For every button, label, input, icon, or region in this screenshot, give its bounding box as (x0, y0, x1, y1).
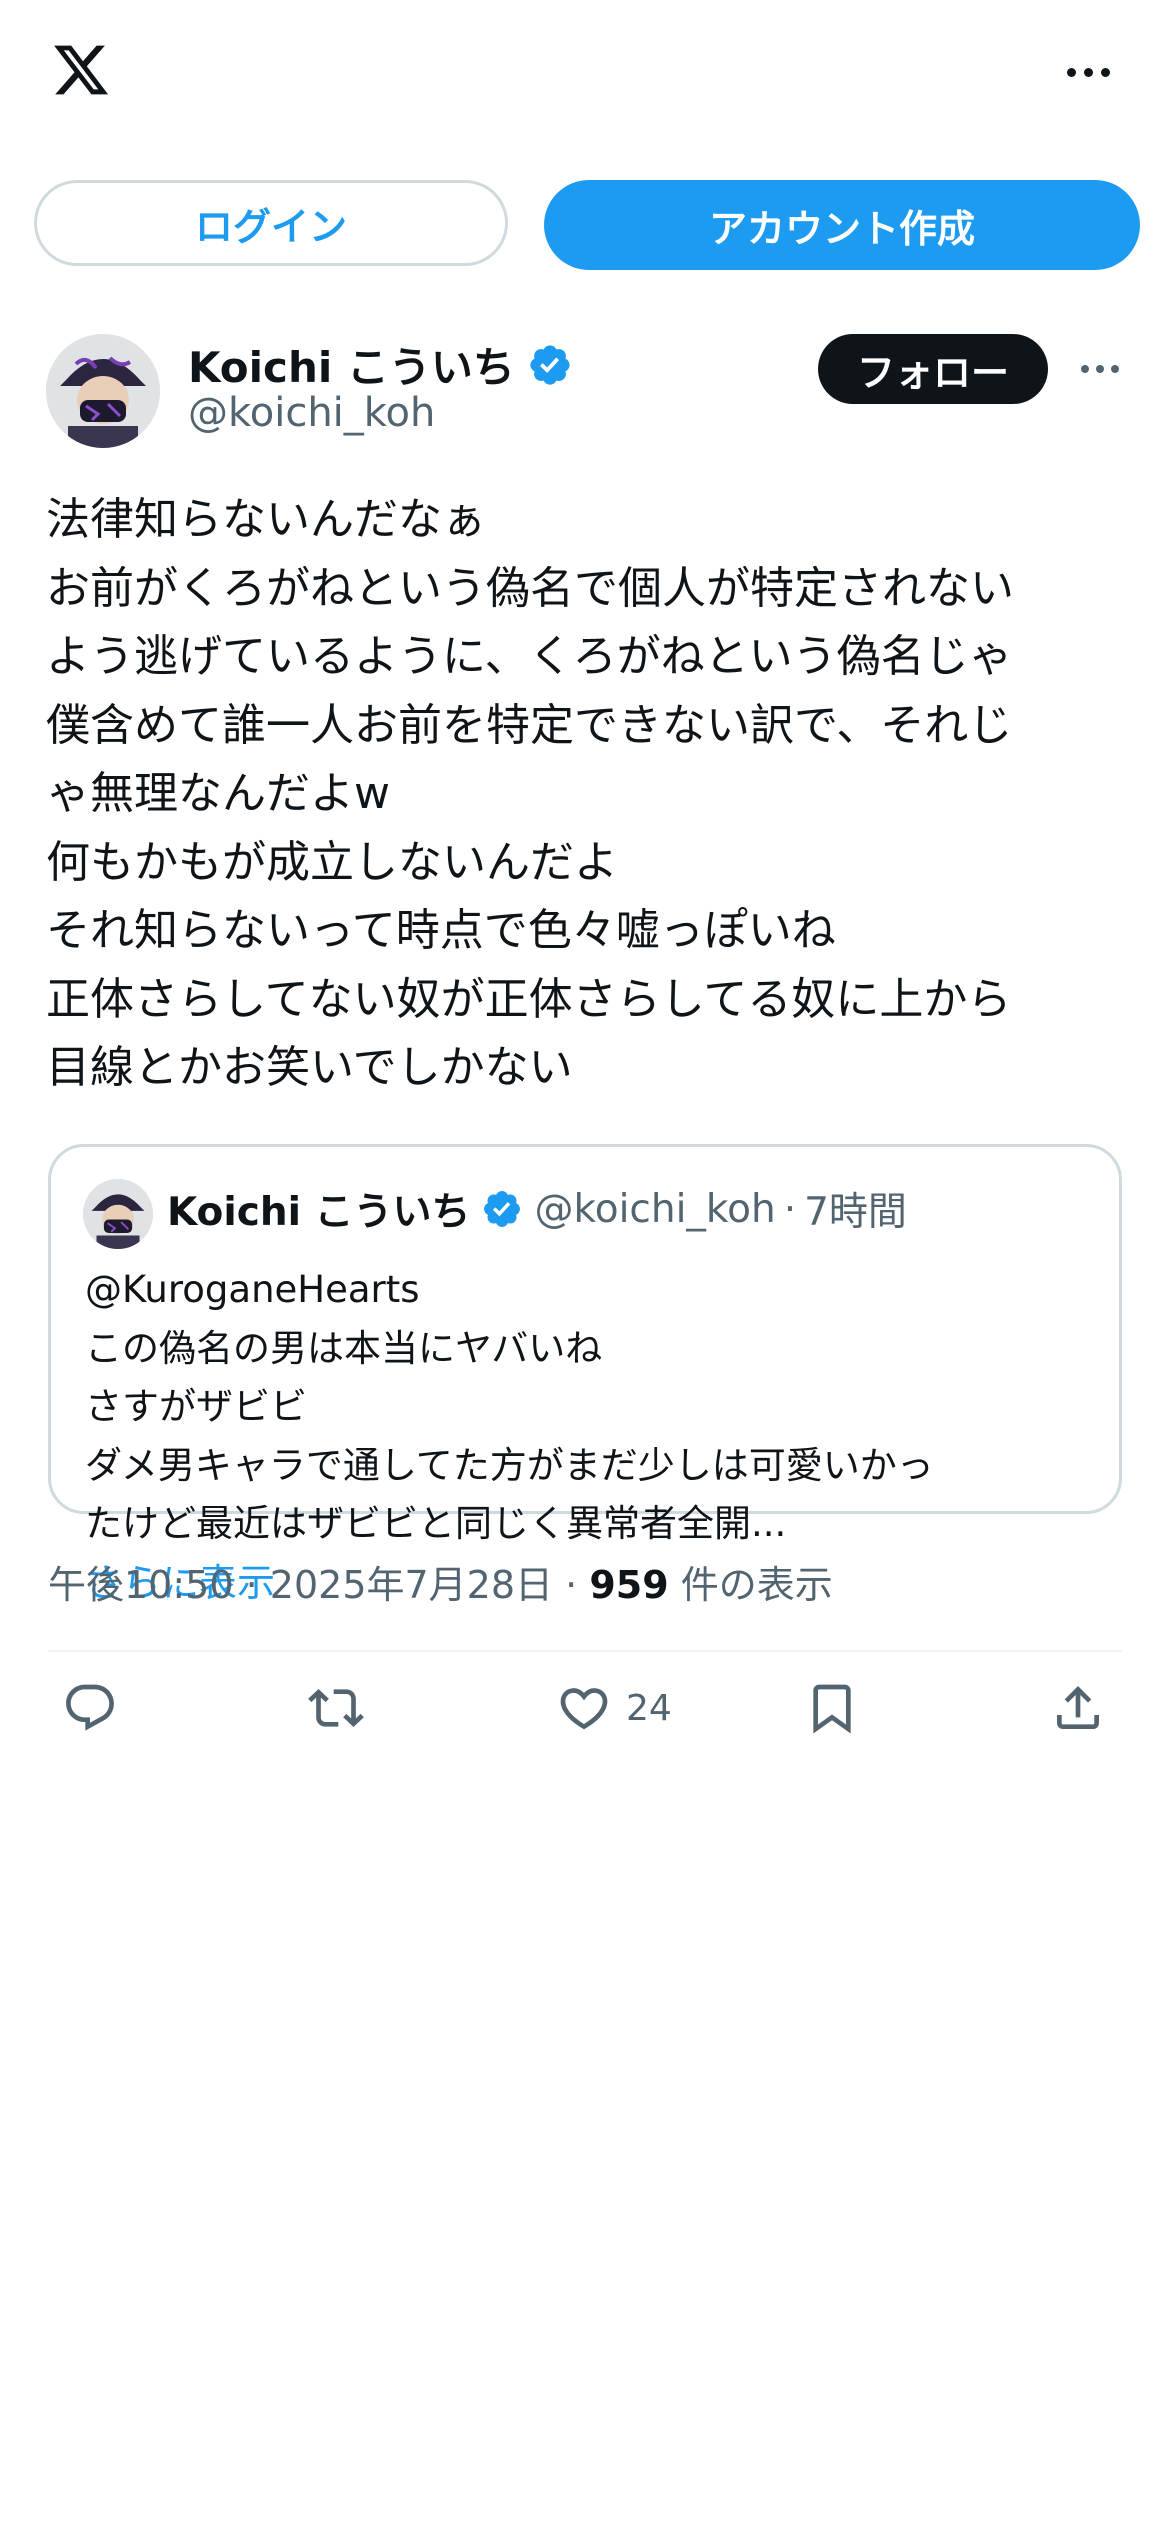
login-button[interactable]: ログイン (34, 180, 508, 266)
quoted-text-line: さすがザビビ (85, 1385, 307, 1428)
retweet-button[interactable] (308, 1674, 364, 1742)
dot (1066, 67, 1076, 77)
verified-badge-icon (530, 344, 570, 385)
quoted-avatar-image (83, 1179, 153, 1249)
tweet-text-line: 僕含めて誰一人お前を特定できない訳で、それじ (46, 699, 1013, 751)
tweet-text-line: ゃ無理なんだよw (46, 768, 390, 819)
quoted-avatar (83, 1179, 153, 1249)
auth-buttons: ログイン アカウント作成 (34, 180, 1140, 270)
tweet-time[interactable]: 午後10:50 (48, 1563, 234, 1607)
avatar-image (46, 334, 160, 448)
divider (48, 1650, 1122, 1652)
separator: · (245, 1563, 258, 1607)
tweet-text-line: 正体さらしてない奴が正体さらしてる奴に上から (46, 973, 1012, 1025)
views-count: 959 (589, 1563, 669, 1607)
separator: · (783, 1186, 797, 1232)
tweet-text: 法律知らないんだなぁ お前がくろがねという偽名で個人が特定されない よう逃げてい… (46, 486, 1136, 1103)
like-button[interactable]: 24 (556, 1674, 672, 1742)
author-name-text: Koichi こういち (188, 343, 515, 392)
dot (1083, 67, 1093, 77)
more-options-icon[interactable] (1058, 54, 1118, 90)
quoted-author-name: Koichi こういち (167, 1190, 471, 1235)
tweet-text-line: 法律知らないんだなぁ (46, 494, 486, 545)
dot (1111, 365, 1119, 373)
follow-button[interactable]: フォロー (818, 334, 1048, 404)
tweet-meta: 午後10:50 · 2025年7月28日 · 959 件の表示 (48, 1554, 833, 1609)
heart-icon (560, 1688, 608, 1730)
bookmark-icon (813, 1684, 851, 1734)
avatar[interactable] (46, 334, 160, 448)
views-label: 件の表示 (680, 1563, 833, 1607)
retweet-icon (308, 1689, 364, 1727)
author-name[interactable]: Koichi こういち (188, 334, 573, 395)
tweet-text-line: よう逃げているように、くろがねという偽名じゃ (46, 631, 1013, 682)
quoted-header: Koichi こういち @koichi_koh · 7時間 (167, 1181, 907, 1237)
top-bar (0, 0, 1170, 150)
dot (1081, 365, 1089, 373)
quoted-tweet[interactable]: Koichi こういち @koichi_koh · 7時間 @KuroganeH… (48, 1144, 1122, 1605)
tweet-actions: 24 (0, 1660, 1170, 1756)
quoted-author-handle: @koichi_koh (534, 1186, 776, 1232)
tweet-text-line: それ知らないって時点で色々嘘っぽいね (46, 905, 836, 956)
bookmark-button[interactable] (804, 1674, 860, 1742)
tweet-text-line: 目線とかお笑いでしかない (46, 1042, 573, 1093)
verified-badge-icon (483, 1191, 520, 1227)
quoted-text-line: この偽名の男は本当にヤバいね (85, 1326, 603, 1370)
quoted-text-line: ダメ男キャラで通してた方がまだ少しは可愛いかっ (85, 1443, 934, 1487)
separator: · (565, 1563, 578, 1607)
tweet-more-icon[interactable] (1072, 354, 1128, 384)
quoted-text-line: たけど最近はザビビと同じく異常者全開... (85, 1502, 787, 1545)
dot (1100, 67, 1110, 77)
share-button[interactable] (1050, 1674, 1106, 1742)
reply-button[interactable] (62, 1674, 118, 1742)
reply-icon (66, 1684, 114, 1731)
dot (1096, 365, 1104, 373)
author-handle[interactable]: @koichi_koh (188, 390, 435, 436)
tweet-date[interactable]: 2025年7月28日 (270, 1563, 553, 1607)
quoted-time: 7時間 (804, 1190, 907, 1235)
like-count: 24 (626, 1687, 672, 1729)
share-icon (1057, 1686, 1099, 1729)
tweet-text-line: お前がくろがねという偽名で個人が特定されない (46, 562, 1014, 614)
create-account-button[interactable]: アカウント作成 (544, 180, 1140, 270)
quoted-text-line: @KuroganeHearts (85, 1268, 420, 1311)
tweet-text-line: 何もかもが成立しないんだよ (46, 836, 618, 888)
x-logo-icon[interactable] (48, 40, 114, 100)
